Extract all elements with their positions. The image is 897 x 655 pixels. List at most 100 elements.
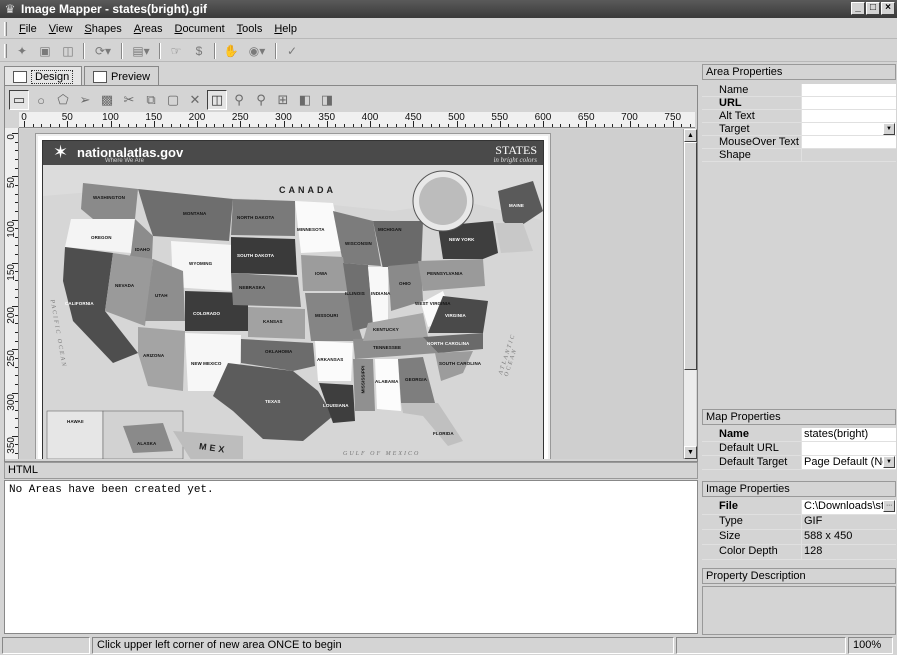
tab-preview[interactable]: Preview	[84, 66, 160, 86]
label-alabama: ALABAMA	[375, 379, 399, 384]
properties-tool-icon[interactable]: ▩	[97, 90, 117, 110]
area-prop-alt-text[interactable]: Alt Text	[702, 110, 896, 123]
menu-areas[interactable]: Areas	[128, 23, 169, 35]
ruler-label: 0	[21, 112, 27, 123]
polygon-tool-icon[interactable]: ⬠	[53, 90, 73, 110]
map-logo-subtitle: Where We Are	[105, 158, 144, 164]
ruler-label: 50	[6, 177, 17, 189]
label-kentucky: KENTUCKY	[373, 327, 399, 332]
toolbar-separator	[121, 42, 123, 59]
ruler-label: 500	[448, 112, 465, 123]
menu-shapes[interactable]: Shapes	[78, 23, 127, 35]
open-folder-icon[interactable]: ◫	[58, 42, 78, 60]
image-prop-type: Type GIF	[702, 515, 896, 530]
label-nevada: NEVADA	[115, 283, 135, 288]
maximize-button[interactable]: □	[866, 2, 880, 15]
label-tennessee: TENNESSEE	[373, 345, 402, 350]
publish-icon[interactable]: ☞	[166, 42, 186, 60]
property-description-box	[702, 586, 896, 635]
design-vertical-scrollbar[interactable]: ▲ ▼	[683, 129, 697, 459]
zoom-out-icon[interactable]: ⚲	[251, 90, 271, 110]
image-properties-header: Image Properties	[702, 481, 896, 497]
map-prop-default-url[interactable]: Default URL	[702, 442, 896, 456]
ruler-label: 300	[275, 112, 292, 123]
pointer-tool-icon[interactable]: ➢	[75, 90, 95, 110]
app-icon: ♛	[4, 2, 16, 16]
map-subtitle: in bright colors	[493, 156, 537, 164]
label-illinois: ILLINOIS	[345, 291, 365, 296]
image-prop-file[interactable]: File C:\Downloads\sta ⋯	[702, 500, 896, 515]
ruler-label: 200	[188, 112, 206, 123]
tab-design[interactable]: Design	[4, 66, 83, 86]
scroll-thumb[interactable]	[684, 142, 697, 370]
ruler-label: 250	[231, 112, 249, 123]
label-california: CALIFORNIA	[65, 301, 94, 306]
label-wisconsin: WISCONSIN	[345, 241, 372, 246]
ruler-label: 250	[6, 350, 17, 367]
open-dropdown-icon[interactable]: ⟳▾	[90, 42, 116, 60]
browse-file-icon[interactable]: ⋯	[883, 500, 895, 512]
map-image[interactable]: ✶ nationalatlas.gov Where We Are STATES …	[35, 133, 551, 459]
menu-tools[interactable]: Tools	[231, 23, 269, 35]
area-prop-name[interactable]: Name	[702, 84, 896, 97]
area-prop-url[interactable]: URL	[702, 97, 896, 110]
html-code-area[interactable]: No Areas have been created yet.	[4, 480, 698, 634]
area-prop-mouseover[interactable]: MouseOver Text	[702, 136, 896, 149]
scroll-down-icon[interactable]: ▼	[684, 446, 697, 459]
zoom-in-icon[interactable]: ⚲	[229, 90, 249, 110]
save-icon[interactable]: ▤▾	[128, 42, 154, 60]
globe-icon[interactable]: ◉▾	[244, 42, 270, 60]
status-bar: Click upper left corner of new area ONCE…	[0, 636, 897, 655]
label-wyoming: WYOMING	[189, 261, 213, 266]
label-utah: UTAH	[155, 293, 168, 298]
delete-icon[interactable]: ✕	[185, 90, 205, 110]
label-pennsylvania: PENNSYLVANIA	[427, 271, 463, 276]
map-prop-name[interactable]: Name states(bright)	[702, 428, 896, 442]
menu-document[interactable]: Document	[168, 23, 230, 35]
ruler-label: 200	[6, 307, 17, 324]
scroll-up-icon[interactable]: ▲	[684, 129, 697, 142]
select-frame-icon[interactable]: ◫	[207, 90, 227, 110]
label-florida: FLORIDA	[433, 431, 454, 436]
default-target-dropdown-icon[interactable]: ▼	[883, 456, 895, 468]
area-prop-shape[interactable]: Shape	[702, 149, 896, 162]
circle-tool-icon[interactable]: ○	[31, 90, 51, 110]
copy-icon[interactable]: ⧉	[141, 90, 161, 110]
label-hawaii: HAWAII	[67, 419, 84, 424]
check-icon[interactable]: ✓	[282, 42, 302, 60]
rectangle-tool-icon[interactable]: ▭	[9, 90, 29, 110]
label-montana: MONTANA	[183, 211, 207, 216]
dollar-icon[interactable]: $	[189, 42, 209, 60]
preview-tab-icon	[93, 70, 107, 83]
horizontal-ruler: 0 50 100 150 200 250 300 350 400 450 500 550 600 650 7…	[19, 112, 695, 128]
area-prop-target[interactable]: Target ▼	[702, 123, 896, 136]
fit-zoom-icon[interactable]: ⊞	[273, 90, 293, 110]
label-south-carolina: SOUTH CAROLINA	[439, 361, 482, 366]
hand-icon[interactable]: ✋	[221, 42, 241, 60]
label-oklahoma: OKLAHOMA	[265, 349, 293, 354]
label-oregon: OREGON	[91, 235, 112, 240]
new-document-icon[interactable]: ▣	[35, 42, 55, 60]
menu-help[interactable]: Help	[268, 23, 303, 35]
map-prop-default-target[interactable]: Default Target Page Default (Nor ▼	[702, 456, 896, 470]
minimize-button[interactable]: _	[851, 2, 865, 15]
menu-bar: File View Shapes Areas Document Tools He…	[0, 19, 897, 39]
target-dropdown-icon[interactable]: ▼	[883, 123, 895, 135]
star-logo-icon: ✶	[53, 142, 69, 162]
label-south-dakota: SOUTH DAKOTA	[237, 253, 275, 258]
view-tabs: Design Preview	[0, 64, 701, 86]
menubar-grip[interactable]	[4, 21, 7, 36]
paste-icon[interactable]: ▢	[163, 90, 183, 110]
ruler-label: 600	[534, 112, 552, 123]
toolbar-grip[interactable]	[4, 43, 7, 58]
menu-view[interactable]: View	[43, 23, 79, 35]
send-back-icon[interactable]: ◨	[317, 90, 337, 110]
wand-icon[interactable]: ✦	[12, 42, 32, 60]
bring-front-icon[interactable]: ◧	[295, 90, 315, 110]
cut-icon[interactable]: ✂	[119, 90, 139, 110]
image-canvas[interactable]: ✶ nationalatlas.gov Where We Are STATES …	[20, 129, 683, 459]
close-button[interactable]: ×	[881, 2, 895, 15]
label-louisiana: LOUISIANA	[323, 403, 349, 408]
label-minnesota: MINNESOTA	[297, 227, 325, 232]
menu-file[interactable]: File	[13, 23, 43, 35]
